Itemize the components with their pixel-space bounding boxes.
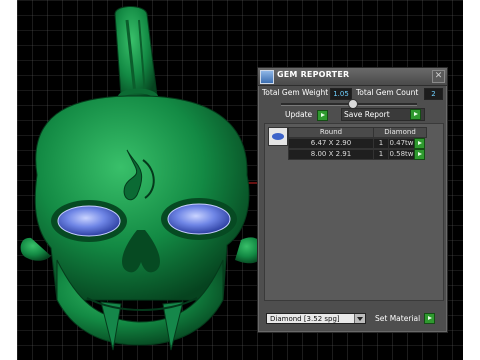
total-gem-weight-label: Total Gem Weight (262, 88, 329, 97)
close-icon: ✕ (434, 71, 443, 81)
left-eye-gem[interactable] (57, 205, 121, 237)
total-gem-count-label: Total Gem Count (356, 88, 419, 97)
round-gem-icon[interactable] (268, 127, 288, 146)
row2-go-button[interactable] (414, 149, 425, 160)
set-material-button[interactable] (424, 313, 435, 324)
material-value: Diamond [3.52 spg] (270, 315, 340, 323)
gem-list[interactable]: Round Diamond 6.47 X 2.90 1 0.47tw 8.00 … (264, 123, 444, 301)
gem-reporter-app-icon (260, 70, 274, 84)
column-header-diamond: Diamond (373, 127, 427, 138)
close-button[interactable]: ✕ (432, 70, 445, 83)
row2-size: 8.00 X 2.91 (288, 149, 374, 160)
titlebar[interactable]: GEM REPORTER ✕ (258, 68, 447, 86)
row1-weight: 0.47tw (388, 138, 415, 149)
set-material-label: Set Material (375, 314, 421, 323)
material-select[interactable]: Diamond [3.52 spg] (266, 313, 366, 324)
update-label: Update (285, 110, 313, 119)
workspace: GEM REPORTER ✕ Total Gem Weight 1.05 Tot… (0, 0, 480, 360)
row2-weight: 0.58tw (388, 149, 415, 160)
column-header-round: Round (288, 127, 374, 138)
row1-go-button[interactable] (414, 138, 425, 149)
green-arrow-icon (410, 109, 421, 120)
total-gem-weight-value: 1.05 (330, 88, 352, 100)
save-report-label: Save Report (344, 110, 390, 119)
material-bar: Diamond [3.52 spg] Set Material (264, 312, 442, 326)
update-button[interactable] (317, 110, 328, 121)
chevron-down-icon[interactable] (354, 314, 365, 323)
row1-size: 6.47 X 2.90 (288, 138, 374, 149)
gem-reporter-panel: GEM REPORTER ✕ Total Gem Weight 1.05 Tot… (257, 67, 448, 333)
dialog-title: GEM REPORTER (277, 70, 350, 79)
save-report-button[interactable]: Save Report (341, 108, 425, 121)
total-gem-count-value: 2 (424, 88, 443, 100)
right-eye-gem[interactable] (167, 203, 231, 235)
row2-qty: 1 (373, 149, 389, 160)
row1-qty: 1 (373, 138, 389, 149)
